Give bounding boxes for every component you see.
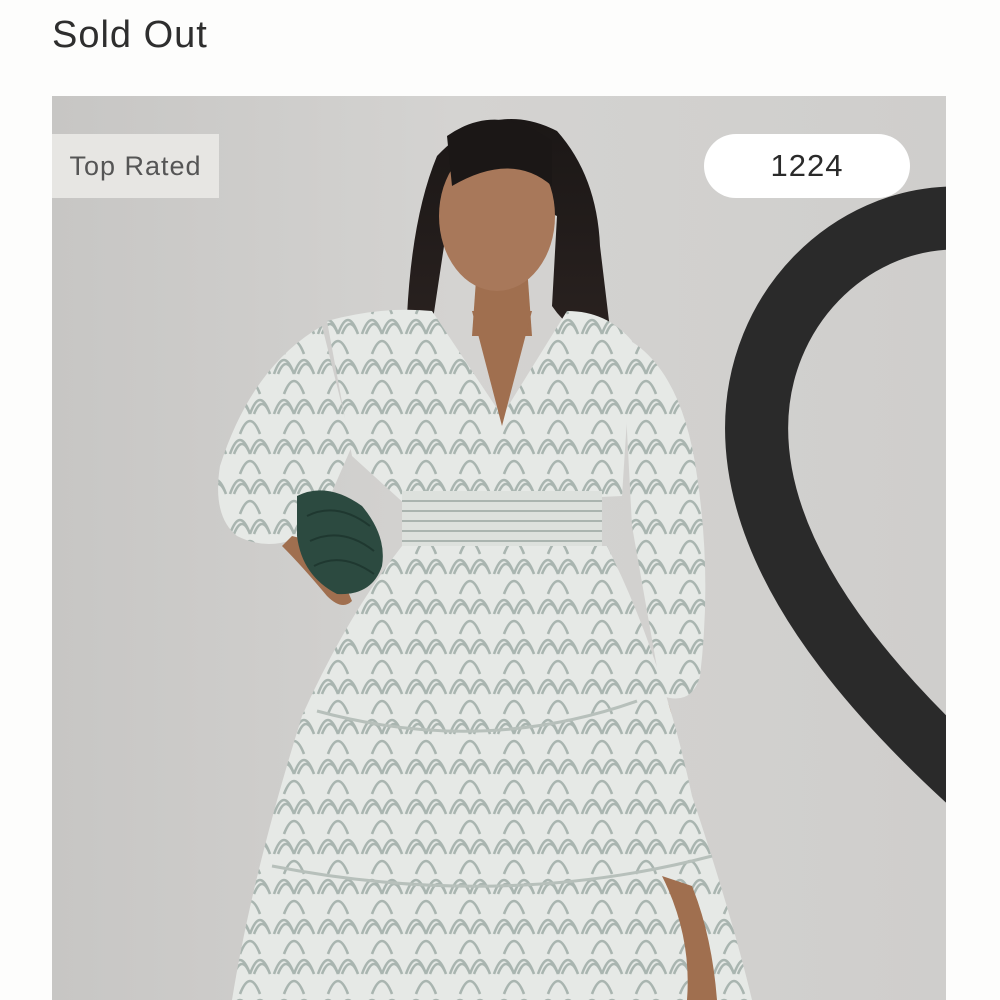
product-image[interactable]: Top Rated 1224 [52,96,946,1000]
top-rated-badge: Top Rated [52,134,219,198]
like-button[interactable]: 1224 [704,134,946,803]
heart-outline-icon [725,186,946,803]
sold-out-label: Sold Out [52,14,208,56]
green-clutch [297,490,383,595]
top-rated-badge-label: Top Rated [69,150,202,181]
